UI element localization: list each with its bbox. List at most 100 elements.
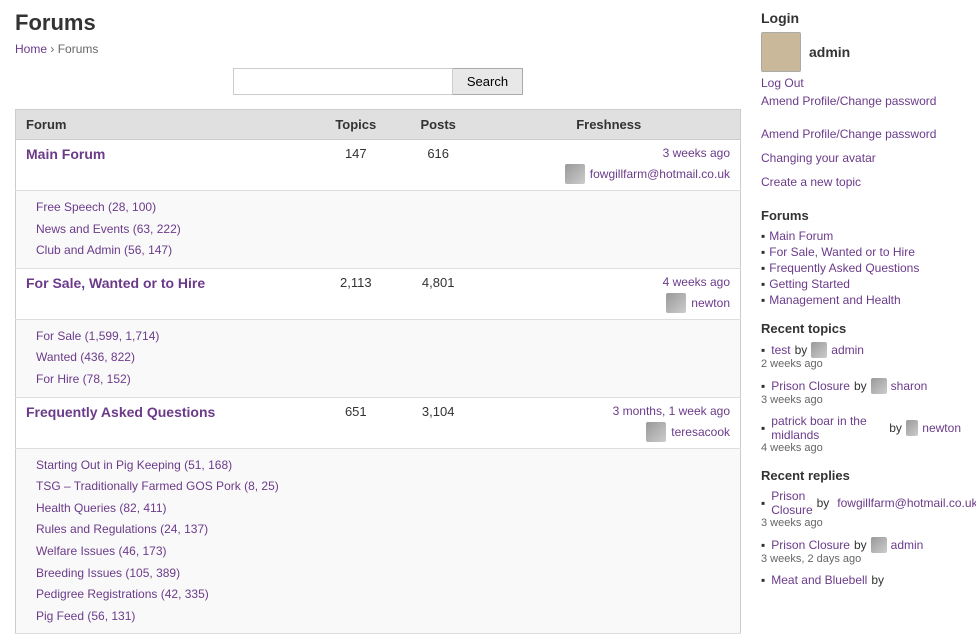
- topics-cell: 147: [313, 140, 399, 191]
- recent-topic-user-1[interactable]: sharon: [891, 379, 928, 393]
- sidebar-forum-link-0[interactable]: Main Forum: [769, 229, 833, 243]
- subforums-row: Starting Out in Pig Keeping (51, 168)TSG…: [16, 448, 741, 634]
- breadcrumb-home-link[interactable]: Home: [15, 42, 47, 56]
- recent-topic-item-2: ▪ patrick boar in the midlands by newton…: [761, 414, 961, 454]
- recent-topic-link-2[interactable]: patrick boar in the midlands: [771, 414, 885, 442]
- subforum-link[interactable]: Breeding Issues (105, 389): [36, 563, 730, 585]
- sidebar-forum-item-1: For Sale, Wanted or to Hire: [761, 245, 961, 259]
- recent-topic-link-0[interactable]: test: [771, 343, 790, 357]
- forum-link-1[interactable]: For Sale, Wanted or to Hire: [26, 275, 205, 291]
- avatar: [761, 32, 801, 72]
- freshness-avatar-1: [666, 293, 686, 313]
- recent-topic-time-1: 3 weeks ago: [761, 394, 961, 406]
- recent-reply-link-1[interactable]: Prison Closure: [771, 538, 850, 552]
- freshness-link-2[interactable]: 3 months, 1 week ago: [613, 404, 730, 418]
- topic-avatar-2: [906, 420, 918, 436]
- sidebar-links: Amend Profile/Change password Changing y…: [761, 122, 961, 194]
- sidebar-forum-link-2[interactable]: Frequently Asked Questions: [769, 261, 919, 275]
- subforum-link[interactable]: Pedigree Registrations (42, 335): [36, 584, 730, 606]
- recent-topic-item-0: ▪ test by admin 2 weeks ago: [761, 342, 961, 370]
- logout-link[interactable]: Log Out: [761, 76, 961, 90]
- recent-topic-time-2: 4 weeks ago: [761, 442, 961, 454]
- subforum-link[interactable]: Starting Out in Pig Keeping (51, 168): [36, 455, 730, 477]
- recent-topic-user-2[interactable]: newton: [922, 421, 961, 435]
- search-input[interactable]: [233, 68, 453, 95]
- freshness-cell: 3 weeks ago fowgillfarm@hotmail.co.uk: [477, 140, 740, 191]
- breadcrumb: Home › Forums: [15, 42, 741, 56]
- sidebar-forum-item-3: Getting Started: [761, 277, 961, 291]
- subforum-link[interactable]: Club and Admin (56, 147): [36, 240, 730, 262]
- recent-topic-user-0[interactable]: admin: [831, 343, 864, 357]
- reply-line-2: ▪ Meat and Bluebell by: [761, 573, 961, 587]
- search-button[interactable]: Search: [453, 68, 523, 95]
- freshness-link-1[interactable]: 4 weeks ago: [663, 275, 730, 289]
- recent-topics-title: Recent topics: [761, 321, 961, 336]
- table-row: For Sale, Wanted or to Hire 2,113 4,801 …: [16, 268, 741, 319]
- create-topic-link[interactable]: Create a new topic: [761, 170, 961, 194]
- recent-topic-link-1[interactable]: Prison Closure: [771, 379, 850, 393]
- main-content: Forums Home › Forums Search Forum Topics…: [15, 10, 741, 634]
- reply-line-0: ▪ Prison Closure by fowgillfarm@hotmail.…: [761, 489, 961, 517]
- recent-replies-list: ▪ Prison Closure by fowgillfarm@hotmail.…: [761, 489, 961, 587]
- topic-line-1: ▪ Prison Closure by sharon: [761, 378, 961, 394]
- freshness-user-link-2[interactable]: teresacook: [671, 425, 730, 439]
- subforum-link[interactable]: News and Events (63, 222): [36, 219, 730, 241]
- sidebar-forum-link-1[interactable]: For Sale, Wanted or to Hire: [769, 245, 915, 259]
- amend-profile-link-1[interactable]: Amend Profile/Change password: [761, 94, 961, 108]
- reply-line-1: ▪ Prison Closure by admin: [761, 537, 961, 553]
- topic-line-2: ▪ patrick boar in the midlands by newton: [761, 414, 961, 442]
- subforum-link[interactable]: Free Speech (28, 100): [36, 197, 730, 219]
- forum-link-0[interactable]: Main Forum: [26, 146, 105, 162]
- subforum-link[interactable]: For Hire (78, 152): [36, 369, 730, 391]
- change-avatar-link[interactable]: Changing your avatar: [761, 146, 961, 170]
- topic-avatar-0: [811, 342, 827, 358]
- table-row: Frequently Asked Questions 651 3,104 3 m…: [16, 397, 741, 448]
- sidebar-forum-list: Main Forum For Sale, Wanted or to Hire Fre…: [761, 229, 961, 307]
- recent-replies-title: Recent replies: [761, 468, 961, 483]
- subforum-link[interactable]: For Sale (1,599, 1,714): [36, 326, 730, 348]
- freshness-user-link-1[interactable]: newton: [691, 296, 730, 310]
- forums-section-title: Forums: [761, 208, 961, 223]
- recent-reply-item-1: ▪ Prison Closure by admin 3 weeks, 2 day…: [761, 537, 961, 565]
- page-title: Forums: [15, 10, 741, 36]
- topics-cell: 2,113: [313, 268, 399, 319]
- table-header-row: Forum Topics Posts Freshness: [16, 110, 741, 140]
- forum-link-2[interactable]: Frequently Asked Questions: [26, 404, 215, 420]
- recent-reply-link-0[interactable]: Prison Closure: [771, 489, 812, 517]
- subforum-link[interactable]: Health Queries (82, 411): [36, 498, 730, 520]
- freshness-cell: 3 months, 1 week ago teresacook: [477, 397, 740, 448]
- recent-reply-link-2[interactable]: Meat and Bluebell: [771, 573, 867, 587]
- sidebar-forum-item-2: Frequently Asked Questions: [761, 261, 961, 275]
- recent-reply-user-1[interactable]: admin: [891, 538, 924, 552]
- freshness-link-0[interactable]: 3 weeks ago: [663, 146, 730, 160]
- sidebar: Login admin Log Out Amend Profile/Change…: [761, 10, 961, 634]
- recent-reply-time-0: 3 weeks ago: [761, 517, 961, 529]
- login-title: Login: [761, 10, 961, 26]
- sidebar-forum-item-0: Main Forum: [761, 229, 961, 243]
- recent-topics-list: ▪ test by admin 2 weeks ago ▪ Prison Clo…: [761, 342, 961, 454]
- subforum-link[interactable]: TSG – Traditionally Farmed GOS Pork (8, …: [36, 476, 730, 498]
- login-user: admin: [761, 32, 961, 72]
- freshness-avatar-2: [646, 422, 666, 442]
- subforum-link[interactable]: Wanted (436, 822): [36, 347, 730, 369]
- sidebar-forum-link-4[interactable]: Management and Health: [769, 293, 900, 307]
- subforum-link[interactable]: Pig Feed (56, 131): [36, 606, 730, 628]
- recent-reply-user-0[interactable]: fowgillfarm@hotmail.co.uk: [837, 496, 976, 510]
- forums-table: Forum Topics Posts Freshness Main Forum …: [15, 109, 741, 634]
- reply-avatar-1: [871, 537, 887, 553]
- recent-reply-time-1: 3 weeks, 2 days ago: [761, 553, 961, 565]
- freshness-avatar-0: [565, 164, 585, 184]
- table-row: Main Forum 147 616 3 weeks ago fowgillfa…: [16, 140, 741, 191]
- subforum-link[interactable]: Rules and Regulations (24, 137): [36, 519, 730, 541]
- recent-topic-item-1: ▪ Prison Closure by sharon 3 weeks ago: [761, 378, 961, 406]
- subforums-cell: Starting Out in Pig Keeping (51, 168)TSG…: [16, 448, 741, 634]
- recent-topic-time-0: 2 weeks ago: [761, 358, 961, 370]
- sidebar-forum-item-4: Management and Health: [761, 293, 961, 307]
- subforum-link[interactable]: Welfare Issues (46, 173): [36, 541, 730, 563]
- posts-cell: 616: [399, 140, 477, 191]
- col-freshness: Freshness: [477, 110, 740, 140]
- amend-profile-link-2[interactable]: Amend Profile/Change password: [761, 122, 961, 146]
- freshness-user-link-0[interactable]: fowgillfarm@hotmail.co.uk: [590, 167, 730, 181]
- sidebar-forum-link-3[interactable]: Getting Started: [769, 277, 850, 291]
- posts-cell: 3,104: [399, 397, 477, 448]
